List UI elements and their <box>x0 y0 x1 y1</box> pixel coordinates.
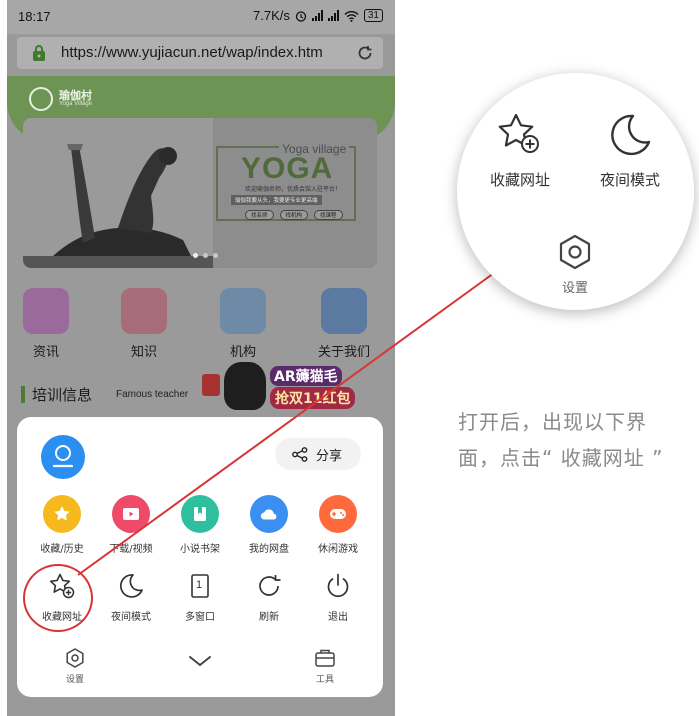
share-button[interactable]: 分享 <box>275 438 361 470</box>
address-bar[interactable]: https://www.yujiacun.net/wap/index.htm <box>17 37 383 69</box>
building-icon <box>220 288 266 334</box>
category-knowledge[interactable]: 知识 <box>104 288 184 360</box>
share-icon <box>292 447 308 462</box>
category-label: 资讯 <box>32 345 59 360</box>
tool-label: 刷新 <box>259 612 279 623</box>
toolbox-icon <box>315 649 335 667</box>
person-icon <box>321 288 367 334</box>
promo-line-1: AR薅猫毛 <box>270 366 342 386</box>
moon-icon <box>611 114 651 156</box>
gear-icon <box>66 648 84 668</box>
signal-2-icon <box>327 10 339 21</box>
account-icon <box>52 445 74 468</box>
battery-icon: 31 <box>363 9 383 22</box>
quick-action-label: 休闲游戏 <box>318 544 358 555</box>
zoom-callout: 收藏网址 夜间模式 设置 <box>457 73 694 310</box>
hero-tagline: 瑜伽我要从头，我要更专业更高端 <box>231 195 322 205</box>
gamepad-icon <box>330 509 346 519</box>
yoga-pose-image <box>23 118 213 268</box>
quick-action-label: 下载/视频 <box>109 544 153 555</box>
category-label: 关于我们 <box>317 345 370 360</box>
cat-mascot-icon <box>224 362 266 410</box>
settings-label: 设置 <box>65 675 84 685</box>
highlight-circle <box>23 564 93 632</box>
tools-label: 工具 <box>315 675 334 685</box>
quick-action-label: 小说书架 <box>180 544 220 555</box>
hero-subtitle: 欢迎瑜伽名师，优质会馆入驻平台！ <box>245 186 342 193</box>
refresh-icon <box>259 575 281 596</box>
moon-icon <box>119 574 143 598</box>
share-label: 分享 <box>316 449 343 464</box>
quick-action-label: 我的网盘 <box>249 544 289 555</box>
browser-menu-sheet: 分享 收藏/历史 下载/视频 小说书架 我的网盘 休闲游戏 收藏网址 夜间模式 … <box>17 417 383 697</box>
quick-action-label: 收藏/历史 <box>40 544 84 555</box>
carousel-dots <box>193 253 218 258</box>
instruction-text: 打开后，出现以下界面，点击“ 收藏网址 ” <box>458 410 664 470</box>
section-title: 培训信息 <box>32 386 93 404</box>
zoom-settings-label: 设置 <box>561 281 588 296</box>
section-subtitle: Famous teacher <box>116 389 189 400</box>
news-icon <box>23 288 69 334</box>
quick-action-cloud-drive[interactable]: 我的网盘 <box>236 495 302 555</box>
category-label: 知识 <box>130 345 157 360</box>
window-count: 1 <box>196 579 203 591</box>
zoom-night-mode: 夜间模式 <box>585 111 675 190</box>
quick-action-favorites-history[interactable]: 收藏/历史 <box>29 495 95 555</box>
tools-button[interactable]: 工具 <box>295 647 355 685</box>
exit-button[interactable]: 退出 <box>305 571 371 623</box>
zoom-settings: 设置 <box>530 233 620 296</box>
tool-label: 夜间模式 <box>111 612 151 623</box>
collapse-menu-button[interactable] <box>170 653 230 669</box>
wifi-icon <box>344 10 359 22</box>
hero-pill[interactable]: 找名师 <box>245 210 274 220</box>
cloud-icon <box>260 509 277 520</box>
logo-mark-icon <box>29 87 53 111</box>
hero-pills: 找名师 找机构 找课程 <box>245 210 343 220</box>
reload-icon[interactable] <box>355 43 375 63</box>
status-time: 18:17 <box>18 9 51 24</box>
url-text[interactable]: https://www.yujiacun.net/wap/index.htm <box>61 44 359 61</box>
quick-action-bookshelf[interactable]: 小说书架 <box>167 495 233 555</box>
star-plus-icon <box>498 113 539 153</box>
quick-action-games[interactable]: 休闲游戏 <box>305 495 371 555</box>
network-speed: 7.7K/s <box>253 8 290 23</box>
zoom-bookmark-label: 收藏网址 <box>489 171 550 189</box>
hero-title: YOGA <box>241 152 334 185</box>
logo-subtitle: Yoga Village <box>59 101 93 107</box>
star-icon <box>54 506 70 521</box>
promo-badge[interactable]: AR薅猫毛 抢双11红包 <box>202 360 377 412</box>
red-envelope-icon <box>202 374 220 396</box>
alarm-icon <box>295 10 307 22</box>
night-mode-button[interactable]: 夜间模式 <box>98 571 164 623</box>
settings-button[interactable]: 设置 <box>45 647 105 685</box>
status-indicators: 7.7K/s 31 <box>253 8 383 23</box>
category-about[interactable]: 关于我们 <box>304 288 384 360</box>
multi-window-button[interactable]: 1 多窗口 <box>167 571 233 623</box>
signal-icon <box>311 10 323 21</box>
category-label: 机构 <box>229 345 256 360</box>
promo-line-2: 抢双11红包 <box>270 387 356 409</box>
quick-action-download-video[interactable]: 下载/视频 <box>98 495 164 555</box>
bookshelf-icon <box>194 507 206 521</box>
zoom-night-label: 夜间模式 <box>599 171 660 189</box>
power-icon <box>327 573 349 598</box>
chevron-down-icon <box>189 656 211 666</box>
video-icon <box>123 508 139 520</box>
refresh-button[interactable]: 刷新 <box>236 571 302 623</box>
section-accent-bar <box>21 386 25 403</box>
status-bar: 18:17 7.7K/s 31 <box>7 0 395 34</box>
zoom-bookmark-url: 收藏网址 <box>475 111 565 190</box>
hero-pill[interactable]: 找机构 <box>279 210 309 220</box>
gear-icon <box>559 234 591 270</box>
hero-pill[interactable]: 找课程 <box>314 210 343 220</box>
account-button[interactable] <box>41 435 85 479</box>
category-institution[interactable]: 机构 <box>203 288 283 360</box>
lock-icon <box>33 45 45 61</box>
book-icon <box>121 288 167 334</box>
hero-carousel[interactable]: Yoga village YOGA 欢迎瑜伽名师，优质会馆入驻平台！ 瑜伽我要从… <box>23 118 377 268</box>
tool-label: 退出 <box>328 612 348 623</box>
tool-label: 多窗口 <box>185 612 215 623</box>
category-news[interactable]: 资讯 <box>7 288 86 360</box>
site-logo[interactable]: 瑜伽村 Yoga Village <box>29 87 129 111</box>
